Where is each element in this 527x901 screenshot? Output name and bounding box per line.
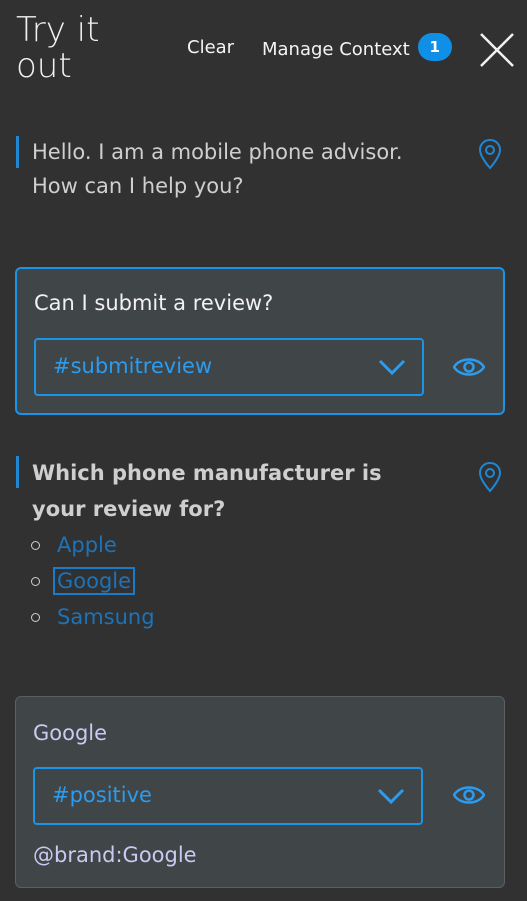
bot-message-text: Which phone manufacturer is your review … bbox=[32, 461, 382, 521]
entity-label: @brand:Google bbox=[33, 843, 197, 867]
clear-button[interactable]: Clear bbox=[187, 37, 234, 58]
user-message-card: Can I submit a review? #submitreview bbox=[15, 267, 505, 415]
user-message-text: Can I submit a review? bbox=[34, 291, 274, 315]
user-message-text: Google bbox=[33, 721, 108, 745]
chevron-down-icon bbox=[377, 788, 405, 805]
manage-context-label: Manage Context bbox=[262, 38, 410, 60]
eye-icon[interactable] bbox=[453, 784, 485, 806]
manage-context-button[interactable]: Manage Context 1 bbox=[262, 33, 452, 61]
location-pin-icon[interactable] bbox=[478, 461, 502, 493]
context-count-badge: 1 bbox=[417, 33, 452, 61]
location-pin-icon[interactable] bbox=[478, 138, 502, 170]
bullet-icon bbox=[31, 577, 40, 586]
option-list: Apple Google Samsung bbox=[31, 527, 155, 635]
intent-dropdown[interactable]: #submitreview bbox=[34, 338, 424, 396]
option-item-samsung[interactable]: Samsung bbox=[31, 599, 155, 635]
eye-icon[interactable] bbox=[453, 356, 485, 378]
intent-value: #positive bbox=[52, 783, 152, 807]
bot-message: Which phone manufacturer is your review … bbox=[16, 456, 442, 521]
bot-message: Hello. I am a mobile phone advisor. How … bbox=[16, 136, 432, 198]
option-item-google[interactable]: Google bbox=[31, 563, 155, 599]
panel-title: Try it out bbox=[16, 10, 100, 86]
option-label: Apple bbox=[57, 533, 117, 557]
bot-message-text: Hello. I am a mobile phone advisor. How … bbox=[32, 140, 403, 198]
intent-value: #submitreview bbox=[53, 354, 213, 378]
intent-dropdown[interactable]: #positive bbox=[33, 767, 423, 825]
option-item-apple[interactable]: Apple bbox=[31, 527, 155, 563]
user-message-card: Google #positive @brand:Google bbox=[15, 696, 505, 888]
bullet-icon bbox=[31, 541, 40, 550]
bullet-icon bbox=[31, 613, 40, 622]
option-label: Google bbox=[53, 567, 136, 595]
option-label: Samsung bbox=[57, 605, 155, 629]
close-icon[interactable] bbox=[478, 31, 516, 69]
panel-header: Try it out Clear Manage Context 1 bbox=[0, 0, 527, 100]
chevron-down-icon bbox=[378, 359, 406, 376]
